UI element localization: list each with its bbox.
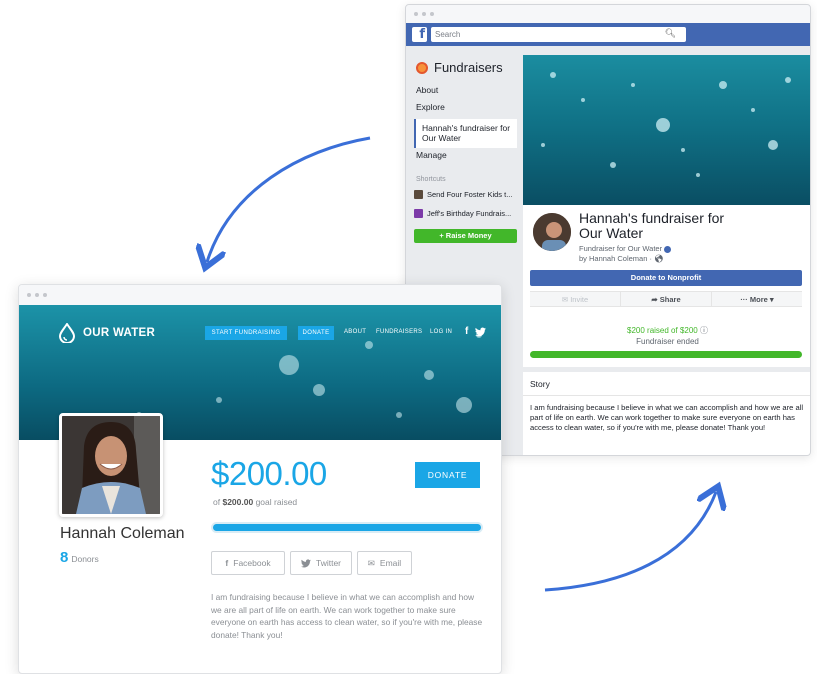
story-heading: Story xyxy=(530,379,550,389)
share-twitter-button[interactable]: Twitter xyxy=(290,551,352,575)
fundraiser-byline: by Hannah Coleman · 🌎︎ xyxy=(579,254,664,263)
byline-text: by Hannah Coleman · xyxy=(579,254,655,263)
share-email-button[interactable]: ✉︎ Email xyxy=(357,551,412,575)
story-text: I am fundraising because I believe in wh… xyxy=(530,403,804,432)
fundraiser-name: Hannah Coleman xyxy=(60,525,185,542)
nav-login-link[interactable]: LOG IN xyxy=(430,329,452,335)
ourwater-window: OUR WATER START FUNDRAISING DONATE ABOUT… xyxy=(18,284,502,674)
profile-photo[interactable] xyxy=(59,413,163,517)
info-icon[interactable]: ⓘ xyxy=(700,326,708,335)
shortcuts-heading: Shortcuts xyxy=(416,176,446,183)
sidebar-item-manage[interactable]: Manage xyxy=(416,150,447,160)
more-dots-icon: ··· xyxy=(740,295,748,304)
sidebar-item-explore[interactable]: Explore xyxy=(416,102,445,112)
sidebar-item-active-fundraiser[interactable]: Hannah's fundraiser for Our Water xyxy=(414,119,517,148)
window-dot[interactable] xyxy=(43,293,47,297)
donor-count-number: 8 xyxy=(60,549,69,566)
fundraiser-subtitle-text: Fundraiser for Our Water xyxy=(579,244,663,253)
share-email-label: Email xyxy=(379,558,402,568)
brand-name: OUR WATER xyxy=(83,327,156,339)
facebook-icon: f xyxy=(225,558,229,568)
window-dot[interactable] xyxy=(414,12,418,16)
goal-suffix: goal raised xyxy=(255,497,298,507)
shortcut-label: Send Four Foster Kids t... xyxy=(427,190,513,199)
sidebar-title-label: Fundraisers xyxy=(434,60,503,75)
fundraiser-cover-image xyxy=(523,55,810,205)
invite-label: Invite xyxy=(570,295,589,304)
share-button[interactable]: ➦ Share xyxy=(621,292,712,306)
shortcut-item[interactable]: Jeff's Birthday Fundrais... xyxy=(414,209,511,218)
amount-raised: $200.00 xyxy=(211,455,327,492)
shortcut-thumbnail xyxy=(414,190,423,199)
story-card: Story I am fundraising because I believe… xyxy=(523,372,810,455)
fundraiser-subtitle: Fundraiser for Our Water xyxy=(579,244,672,253)
email-icon: ✉︎ xyxy=(367,557,375,568)
share-label: Share xyxy=(659,295,681,304)
share-facebook-label: Facebook xyxy=(233,558,271,568)
chevron-down-icon: ▾ xyxy=(769,295,774,304)
search-placeholder: Search xyxy=(435,30,461,39)
ourwater-logo[interactable]: OUR WATER xyxy=(59,323,155,343)
raise-money-button[interactable]: + Raise Money xyxy=(414,229,517,243)
more-label: More xyxy=(749,295,768,304)
verified-icon xyxy=(664,245,672,253)
start-fundraising-button[interactable]: START FUNDRAISING xyxy=(205,326,287,340)
facebook-topbar: f Search 🔍︎ xyxy=(406,23,810,46)
window-dot[interactable] xyxy=(27,293,31,297)
nav-about-link[interactable]: ABOUT xyxy=(344,329,366,335)
progress-bar xyxy=(211,522,483,533)
action-bar: ✉︎ Invite ➦ Share ··· More ▾ xyxy=(530,291,802,307)
search-input[interactable]: Search 🔍︎ xyxy=(431,27,686,42)
water-drop-icon xyxy=(59,323,75,343)
facebook-logo-icon[interactable]: f xyxy=(412,27,427,42)
window-chrome xyxy=(406,5,810,23)
donor-count: 8 Donors xyxy=(60,549,99,566)
donor-label: Donors xyxy=(71,554,99,564)
window-dot[interactable] xyxy=(35,293,39,297)
fundraiser-status: Fundraiser ended xyxy=(636,337,699,346)
arrow-to-ourwater xyxy=(207,136,371,262)
nav-donate-button[interactable]: DONATE xyxy=(298,326,334,340)
window-chrome xyxy=(19,285,501,305)
goal-amount: $200.00 xyxy=(222,497,254,507)
story-text: I am fundraising because I believe in wh… xyxy=(211,592,483,640)
progress-bar xyxy=(530,351,802,358)
globe-icon: 🌎︎ xyxy=(654,254,664,263)
divider xyxy=(523,395,810,396)
goal-text: of $200.00 goal raised xyxy=(213,497,297,507)
shortcut-label: Jeff's Birthday Fundrais... xyxy=(427,209,512,218)
more-button[interactable]: ··· More ▾ xyxy=(712,292,802,306)
fundraiser-card: Hannah's fundraiser for Our Water Fundra… xyxy=(523,205,810,367)
sidebar-title[interactable]: Fundraisers xyxy=(416,60,503,75)
share-twitter-label: Twitter xyxy=(315,558,342,568)
raised-status: $200 raised of $200 ⓘ xyxy=(523,325,810,336)
window-dot[interactable] xyxy=(422,12,426,16)
avatar[interactable] xyxy=(531,211,573,253)
fundraisers-icon xyxy=(416,61,428,74)
share-facebook-button[interactable]: f Facebook xyxy=(211,551,285,575)
sidebar-item-about[interactable]: About xyxy=(416,85,438,95)
invite-button[interactable]: ✉︎ Invite xyxy=(530,292,621,306)
twitter-icon[interactable] xyxy=(475,327,486,337)
shortcut-item[interactable]: Send Four Foster Kids t... xyxy=(414,190,512,199)
share-icon: ➦ xyxy=(651,295,658,304)
fundraiser-title: Hannah's fundraiser for Our Water xyxy=(579,210,725,241)
donate-to-nonprofit-button[interactable]: Donate to Nonprofit xyxy=(530,270,802,286)
twitter-icon xyxy=(300,558,311,567)
search-icon[interactable]: 🔍︎ xyxy=(665,28,676,39)
donate-button[interactable]: DONATE xyxy=(415,462,480,488)
nav-fundraisers-link[interactable]: FUNDRAISERS xyxy=(376,329,422,335)
raised-text: $200 raised of $200 xyxy=(627,326,698,335)
arrow-to-facebook xyxy=(544,492,716,592)
window-dot[interactable] xyxy=(430,12,434,16)
facebook-icon[interactable]: f xyxy=(465,326,469,337)
shortcut-thumbnail xyxy=(414,209,423,218)
goal-prefix: of xyxy=(213,497,221,507)
